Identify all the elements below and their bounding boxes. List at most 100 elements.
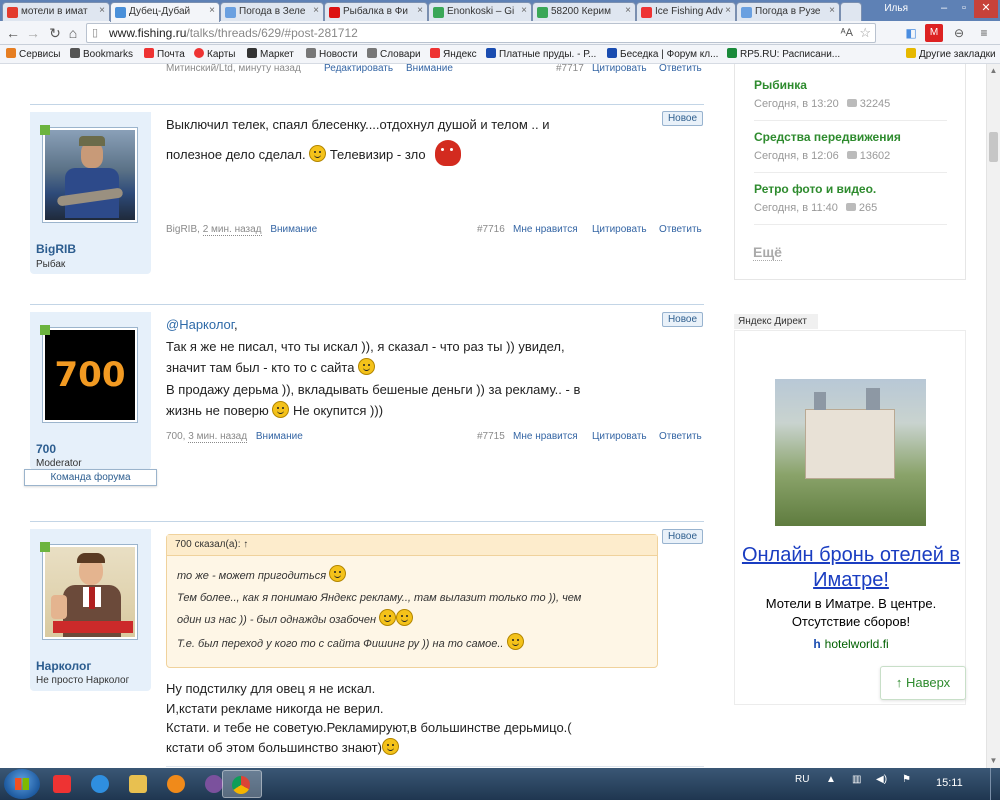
tab-5[interactable]: 58200 Керим ×	[532, 2, 636, 21]
quote-header[interactable]: 700 сказал(а): ↑	[167, 535, 657, 556]
reply-link[interactable]: Ответить	[659, 431, 702, 442]
taskbar-explorer[interactable]	[120, 770, 156, 798]
tab-7[interactable]: Погода в Рузе ×	[736, 2, 840, 21]
back-to-top-button[interactable]: ↑ Наверх	[880, 666, 966, 700]
star-bookmark-icon[interactable]: ☆	[859, 24, 871, 42]
taskbar-chrome[interactable]	[222, 770, 262, 798]
post-number[interactable]: #7716	[477, 224, 505, 235]
clock[interactable]: 15:11	[936, 777, 963, 789]
username[interactable]: 700	[36, 442, 56, 456]
back-button[interactable]: ←	[4, 24, 22, 42]
avatar[interactable]: 700	[42, 327, 138, 423]
scroll-down-arrow[interactable]: ▼	[987, 754, 1000, 768]
meta-user[interactable]: 700,	[166, 431, 185, 442]
close-icon[interactable]: ×	[725, 5, 731, 16]
bookmark-other[interactable]: Другие закладки	[906, 48, 996, 60]
bookmark-bookmarks[interactable]: Bookmarks	[70, 48, 133, 60]
home-button[interactable]: ⌂	[64, 24, 82, 42]
tab-3[interactable]: Рыбалка в Фи ×	[324, 2, 428, 21]
quote-link[interactable]: Цитировать	[592, 431, 647, 442]
avatar[interactable]	[42, 127, 138, 223]
tab-1[interactable]: Дубец-Дубай ×	[110, 2, 220, 22]
bookmark-mail[interactable]: Почта	[144, 48, 185, 60]
bookmark-market[interactable]: Маркет	[247, 48, 294, 60]
bookmark-maps[interactable]: Карты	[194, 48, 236, 60]
mention-link[interactable]: @Нарколог	[166, 317, 234, 332]
forum-title[interactable]: Рыбинка	[754, 78, 890, 92]
close-icon[interactable]: ×	[417, 5, 423, 16]
like-link[interactable]: Мне нравится	[513, 224, 578, 235]
network-icon[interactable]: ▥	[852, 774, 861, 785]
close-window-button[interactable]: ✕	[974, 0, 998, 18]
flag-icon[interactable]: ⚑	[902, 774, 911, 785]
tray-expand-icon[interactable]: ▲	[826, 774, 836, 785]
prev-reply-link[interactable]: Ответить	[659, 64, 702, 74]
close-icon[interactable]: ×	[625, 5, 631, 16]
post-line: кстати об этом большинство знают)	[166, 739, 382, 755]
username[interactable]: BigRIB	[36, 242, 76, 256]
volume-icon[interactable]: ◀)	[876, 774, 887, 785]
maximize-button[interactable]: ▫	[954, 0, 974, 18]
meta-time[interactable]: 2 мин. назад	[202, 224, 262, 236]
translate-icon[interactable]: ᴬA	[841, 24, 853, 42]
taskbar-yandex[interactable]	[44, 770, 80, 798]
new-tab-button[interactable]	[840, 2, 862, 21]
like-link[interactable]: Мне нравится	[513, 431, 578, 442]
close-icon[interactable]: ×	[313, 5, 319, 16]
bookmark-yandex[interactable]: Яндекс	[430, 48, 477, 60]
ad-image[interactable]	[775, 379, 926, 526]
show-desktop-button[interactable]	[990, 768, 1000, 800]
menu-icon[interactable]: ≡	[975, 24, 993, 42]
ad-title[interactable]: Онлайн бронь отелей в Иматре!	[735, 543, 967, 593]
quote-link[interactable]: Цитировать	[592, 224, 647, 235]
prev-quote-link[interactable]: Цитировать	[592, 64, 647, 74]
post-number[interactable]: #7715	[477, 431, 505, 442]
bookmark-services[interactable]: Сервисы	[6, 48, 60, 60]
prev-edit-link[interactable]: Редактировать	[324, 64, 393, 74]
scroll-up-arrow[interactable]: ▲	[987, 64, 1000, 78]
close-icon[interactable]: ×	[521, 5, 527, 16]
taskbar-ie[interactable]	[82, 770, 118, 798]
forward-button[interactable]: →	[24, 24, 42, 42]
bookmark-ponds[interactable]: Платные пруды. - Р...	[486, 48, 596, 60]
meta-time[interactable]: 3 мин. назад	[188, 431, 248, 443]
comment-icon	[846, 99, 857, 107]
ad-block[interactable]: Онлайн бронь отелей в Иматре! Мотели в И…	[734, 330, 966, 705]
bookmark-news[interactable]: Новости	[306, 48, 358, 60]
prev-post-number[interactable]: #7717	[556, 64, 584, 74]
tab-2[interactable]: Погода в Зеле ×	[220, 2, 324, 21]
minimize-button[interactable]: –	[934, 0, 954, 18]
avatar-photo: 700	[45, 330, 135, 420]
tab-4[interactable]: Enonkoski – Gi ×	[428, 2, 532, 21]
start-button[interactable]	[4, 769, 40, 799]
username[interactable]: Нарколог	[36, 659, 91, 673]
reload-button[interactable]: ↻	[46, 24, 64, 42]
page-scrollbar[interactable]: ▲ ▼	[986, 64, 1000, 768]
bookmark-rp5[interactable]: RP5.RU: Расписани...	[727, 48, 840, 60]
avatar[interactable]	[42, 544, 138, 640]
extension-icon[interactable]: ◧	[902, 24, 920, 42]
bookmark-besedka[interactable]: Беседка | Форум кл...	[607, 48, 718, 60]
sync-icon[interactable]: ⊖	[950, 24, 968, 42]
forum-title[interactable]: Средства передвижения	[754, 130, 901, 144]
attention-link[interactable]: Внимание	[256, 431, 303, 442]
tab-6[interactable]: Ice Fishing Adv ×	[636, 2, 736, 21]
reply-link[interactable]: Ответить	[659, 224, 702, 235]
tab-0[interactable]: мотели в имат ×	[2, 2, 110, 21]
close-icon[interactable]: ×	[829, 5, 835, 16]
profile-name[interactable]: Илья	[884, 3, 908, 14]
mail-extension-icon[interactable]: M	[925, 24, 943, 42]
more-link[interactable]: Ещё	[753, 244, 782, 261]
scroll-thumb[interactable]	[989, 132, 998, 162]
ad-url[interactable]: h hotelworld.fi	[735, 637, 967, 651]
attention-link[interactable]: Внимание	[270, 224, 317, 235]
taskbar-media[interactable]	[158, 770, 194, 798]
language-indicator[interactable]: RU	[795, 774, 809, 785]
address-bar[interactable]: ▯ www.fishing.ru/talks/threads/629/#post…	[86, 23, 876, 43]
bookmark-dictionaries[interactable]: Словари	[367, 48, 421, 60]
close-icon[interactable]: ×	[99, 5, 105, 16]
meta-user[interactable]: BigRIB,	[166, 224, 200, 235]
forum-title[interactable]: Ретро фото и видео.	[754, 182, 877, 196]
close-icon[interactable]: ×	[209, 5, 215, 16]
prev-attn-link[interactable]: Внимание	[406, 64, 453, 74]
